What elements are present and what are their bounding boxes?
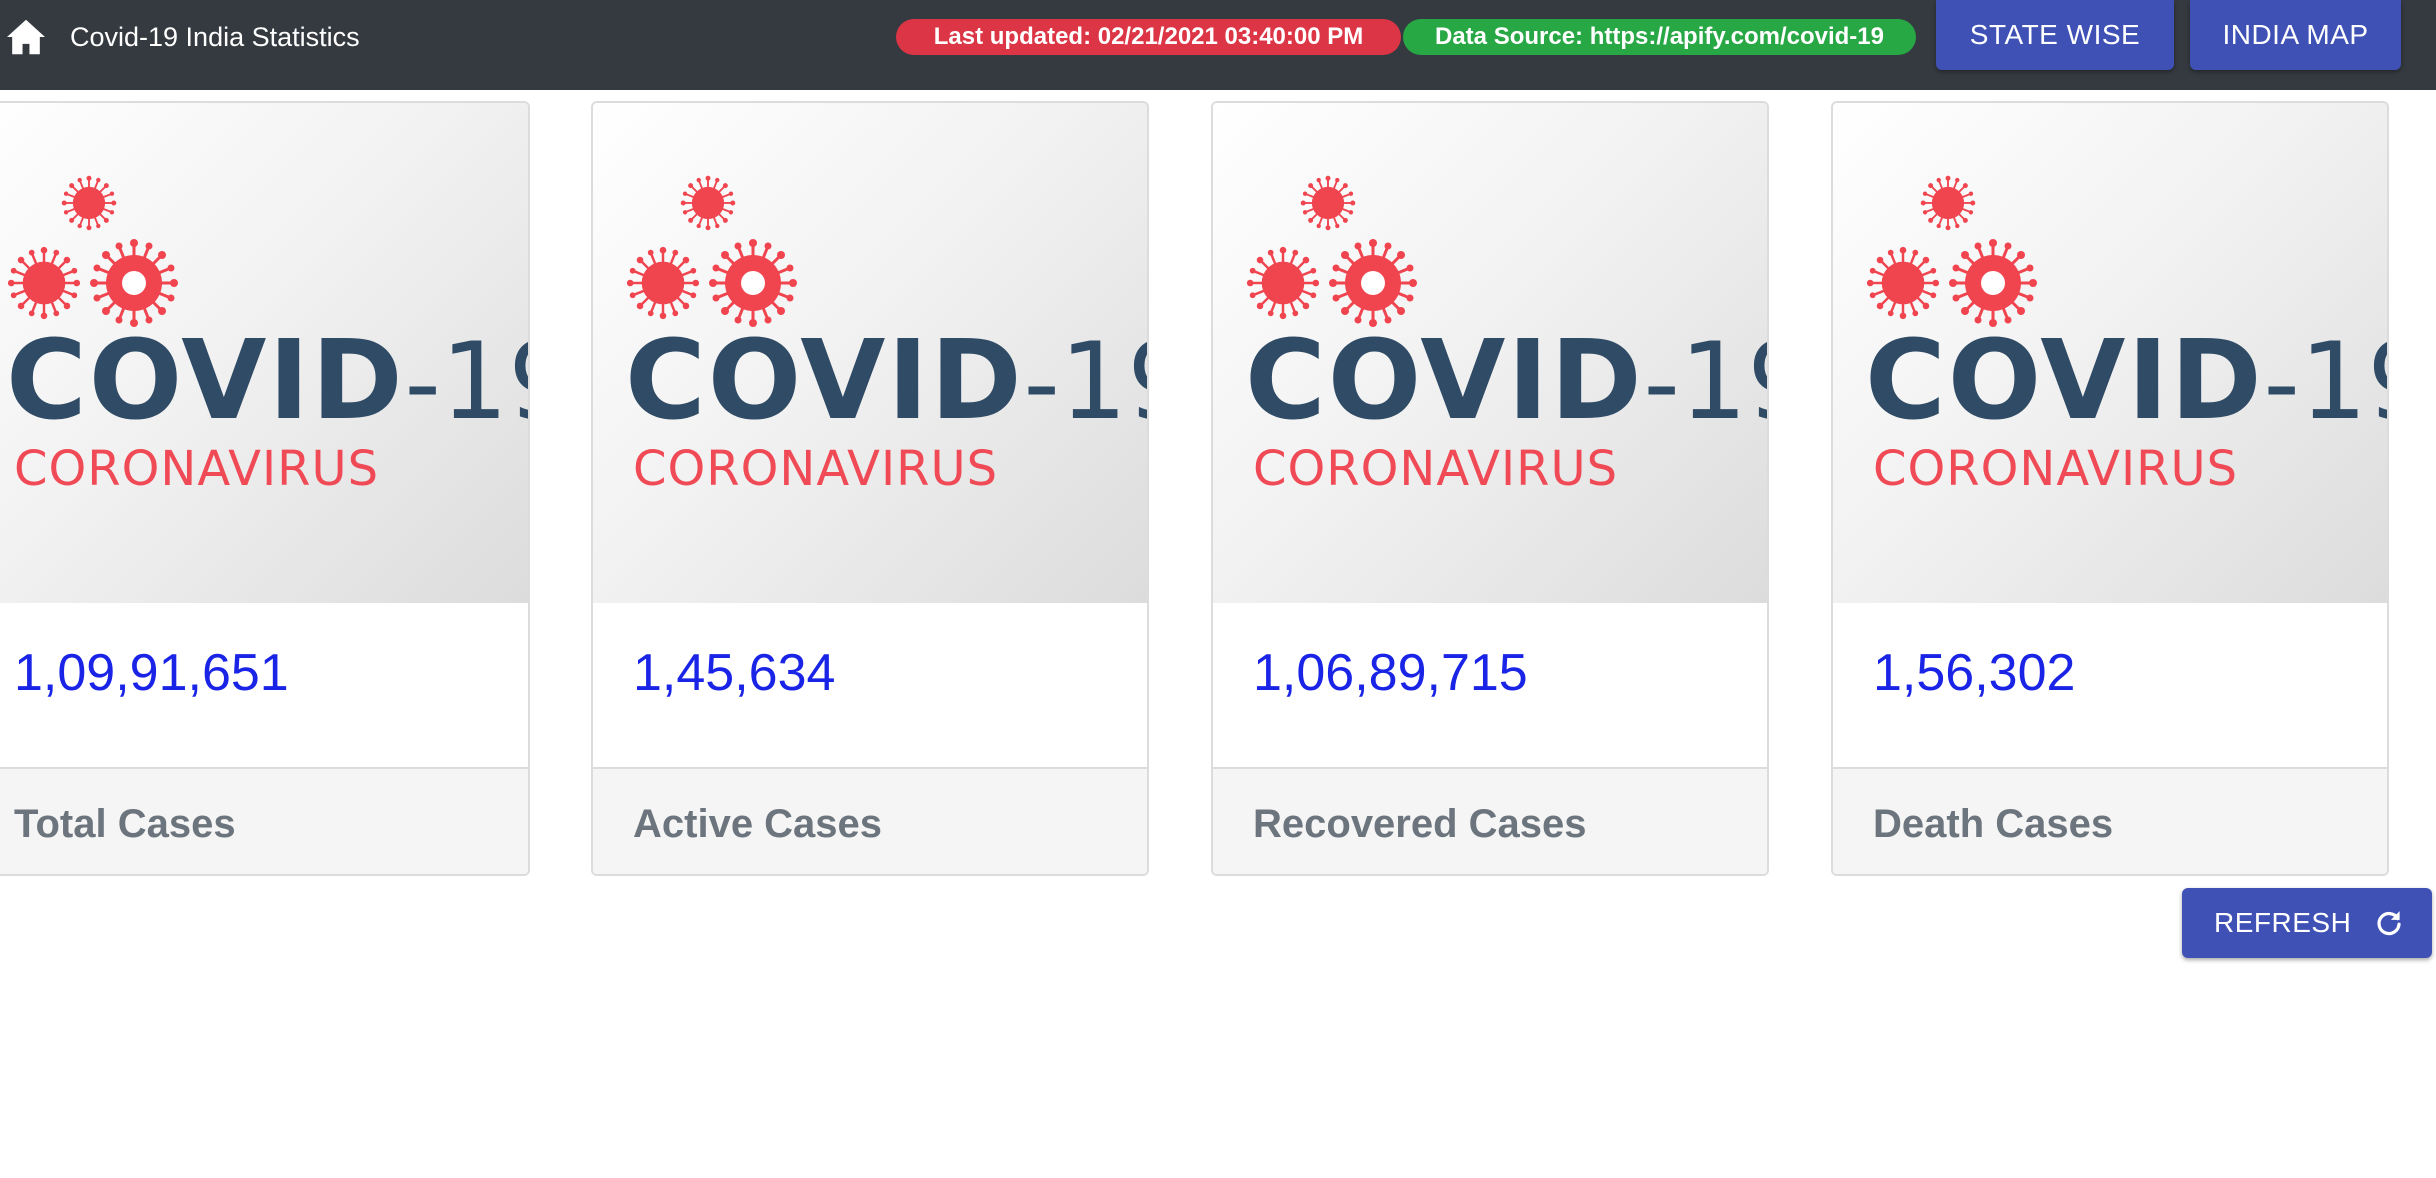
active-cases-card: COVID-19 CORONAVIRUS 1,45,634 Active Cas… (591, 101, 1149, 876)
covid-banner-image: COVID-19 CORONAVIRUS (1213, 103, 1767, 603)
covid-19-logo-text: COVID-19 (625, 316, 1147, 444)
death-cases-label: Death Cases (1873, 802, 2114, 846)
refresh-icon (2377, 911, 2401, 936)
total-cases-label: Total Cases (14, 802, 236, 846)
total-cases-card: COVID-19 CORONAVIRUS 1,09,91,651 Total C… (0, 101, 530, 876)
home-icon[interactable] (4, 18, 48, 56)
refresh-button[interactable]: REFRESH (2182, 888, 2432, 958)
coronavirus-logo-text: CORONAVIRUS (1253, 441, 1619, 497)
data-source-badge: Data Source: https://apify.com/covid-19 (1403, 19, 1916, 55)
coronavirus-logo-text: CORONAVIRUS (1873, 441, 2239, 497)
coronavirus-logo-text: CORONAVIRUS (14, 441, 380, 497)
covid-19-logo-text: COVID-19 (6, 316, 528, 444)
last-updated-badge: Last updated: 02/21/2021 03:40:00 PM (896, 19, 1401, 55)
covid-banner-image: COVID-19 CORONAVIRUS (1833, 103, 2387, 603)
card-footer: Recovered Cases (1213, 767, 1767, 874)
covid-banner-image: COVID-19 CORONAVIRUS (593, 103, 1147, 603)
card-footer: Death Cases (1833, 767, 2387, 874)
state-wise-button[interactable]: STATE WISE (1936, 0, 2174, 70)
india-map-button[interactable]: INDIA MAP (2190, 0, 2401, 70)
recovered-cases-value: 1,06,89,715 (1253, 644, 1528, 702)
covid-19-logo-text: COVID-19 (1245, 316, 1767, 444)
covid-19-logo-text: COVID-19 (1865, 316, 2387, 444)
card-footer: Total Cases (0, 767, 528, 874)
coronavirus-logo-text: CORONAVIRUS (633, 441, 999, 497)
recovered-cases-card: COVID-19 CORONAVIRUS 1,06,89,715 Recover… (1211, 101, 1769, 876)
recovered-cases-label: Recovered Cases (1253, 802, 1587, 846)
active-cases-label: Active Cases (633, 802, 883, 846)
death-cases-card: COVID-19 CORONAVIRUS 1,56,302 Death Case… (1831, 101, 2389, 876)
top-navbar: Covid-19 India Statistics Last updated: … (0, 0, 2436, 90)
app-title[interactable]: Covid-19 India Statistics (70, 20, 360, 54)
active-cases-value: 1,45,634 (633, 644, 836, 702)
refresh-label: REFRESH (2214, 907, 2352, 938)
card-footer: Active Cases (593, 767, 1147, 874)
total-cases-value: 1,09,91,651 (14, 644, 289, 702)
covid-banner-image: COVID-19 CORONAVIRUS (0, 103, 528, 603)
death-cases-value: 1,56,302 (1873, 644, 2076, 702)
